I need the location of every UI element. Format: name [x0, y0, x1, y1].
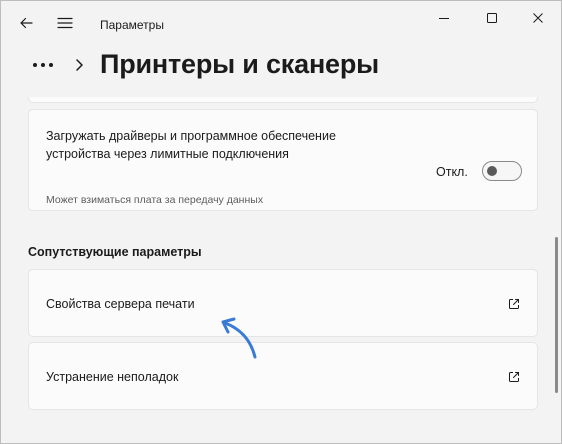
maximize-button[interactable]: [469, 1, 515, 35]
toggle-knob: [487, 166, 497, 176]
back-button[interactable]: [10, 7, 42, 39]
back-arrow-icon: [20, 17, 33, 29]
close-button[interactable]: [515, 1, 561, 35]
print-server-properties-label: Свойства сервера печати: [46, 297, 195, 311]
maximize-icon: [487, 13, 497, 23]
hamburger-icon: [57, 17, 73, 29]
close-icon: [533, 13, 543, 23]
app-title: Параметры: [100, 18, 164, 32]
open-external-icon: [509, 299, 519, 309]
previous-setting-card: [28, 97, 538, 103]
navigation-menu-button[interactable]: [49, 7, 81, 39]
print-server-properties-link[interactable]: Свойства сервера печати: [28, 269, 538, 337]
vertical-scrollbar[interactable]: [555, 237, 558, 393]
title-bar: Параметры: [1, 1, 561, 45]
chevron-right-icon: [76, 59, 83, 71]
more-dots-icon: [33, 63, 53, 67]
breadcrumb-more-button[interactable]: [29, 55, 57, 75]
metered-download-card: Загружать драйверы и программное обеспеч…: [28, 109, 538, 211]
minimize-button[interactable]: [421, 1, 467, 35]
settings-content: Загружать драйверы и программное обеспеч…: [1, 97, 561, 443]
page-title: Принтеры и сканеры: [100, 49, 380, 79]
open-external-icon: [509, 372, 519, 382]
metered-download-toggle[interactable]: [482, 161, 522, 181]
troubleshoot-label: Устранение неполадок: [46, 370, 179, 384]
settings-window: Параметры Принтеры и сканеры Загружать д…: [0, 0, 562, 444]
related-settings-heading: Сопутствующие параметры: [28, 245, 202, 259]
minimize-icon: [439, 18, 449, 19]
metered-download-description: Может взиматься плата за передачу данных: [46, 194, 264, 206]
annotation-arrow-icon: [221, 317, 257, 359]
metered-download-label: Загружать драйверы и программное обеспеч…: [46, 129, 336, 161]
troubleshoot-link[interactable]: Устранение неполадок: [28, 342, 538, 410]
toggle-state-label: Откл.: [436, 165, 468, 179]
